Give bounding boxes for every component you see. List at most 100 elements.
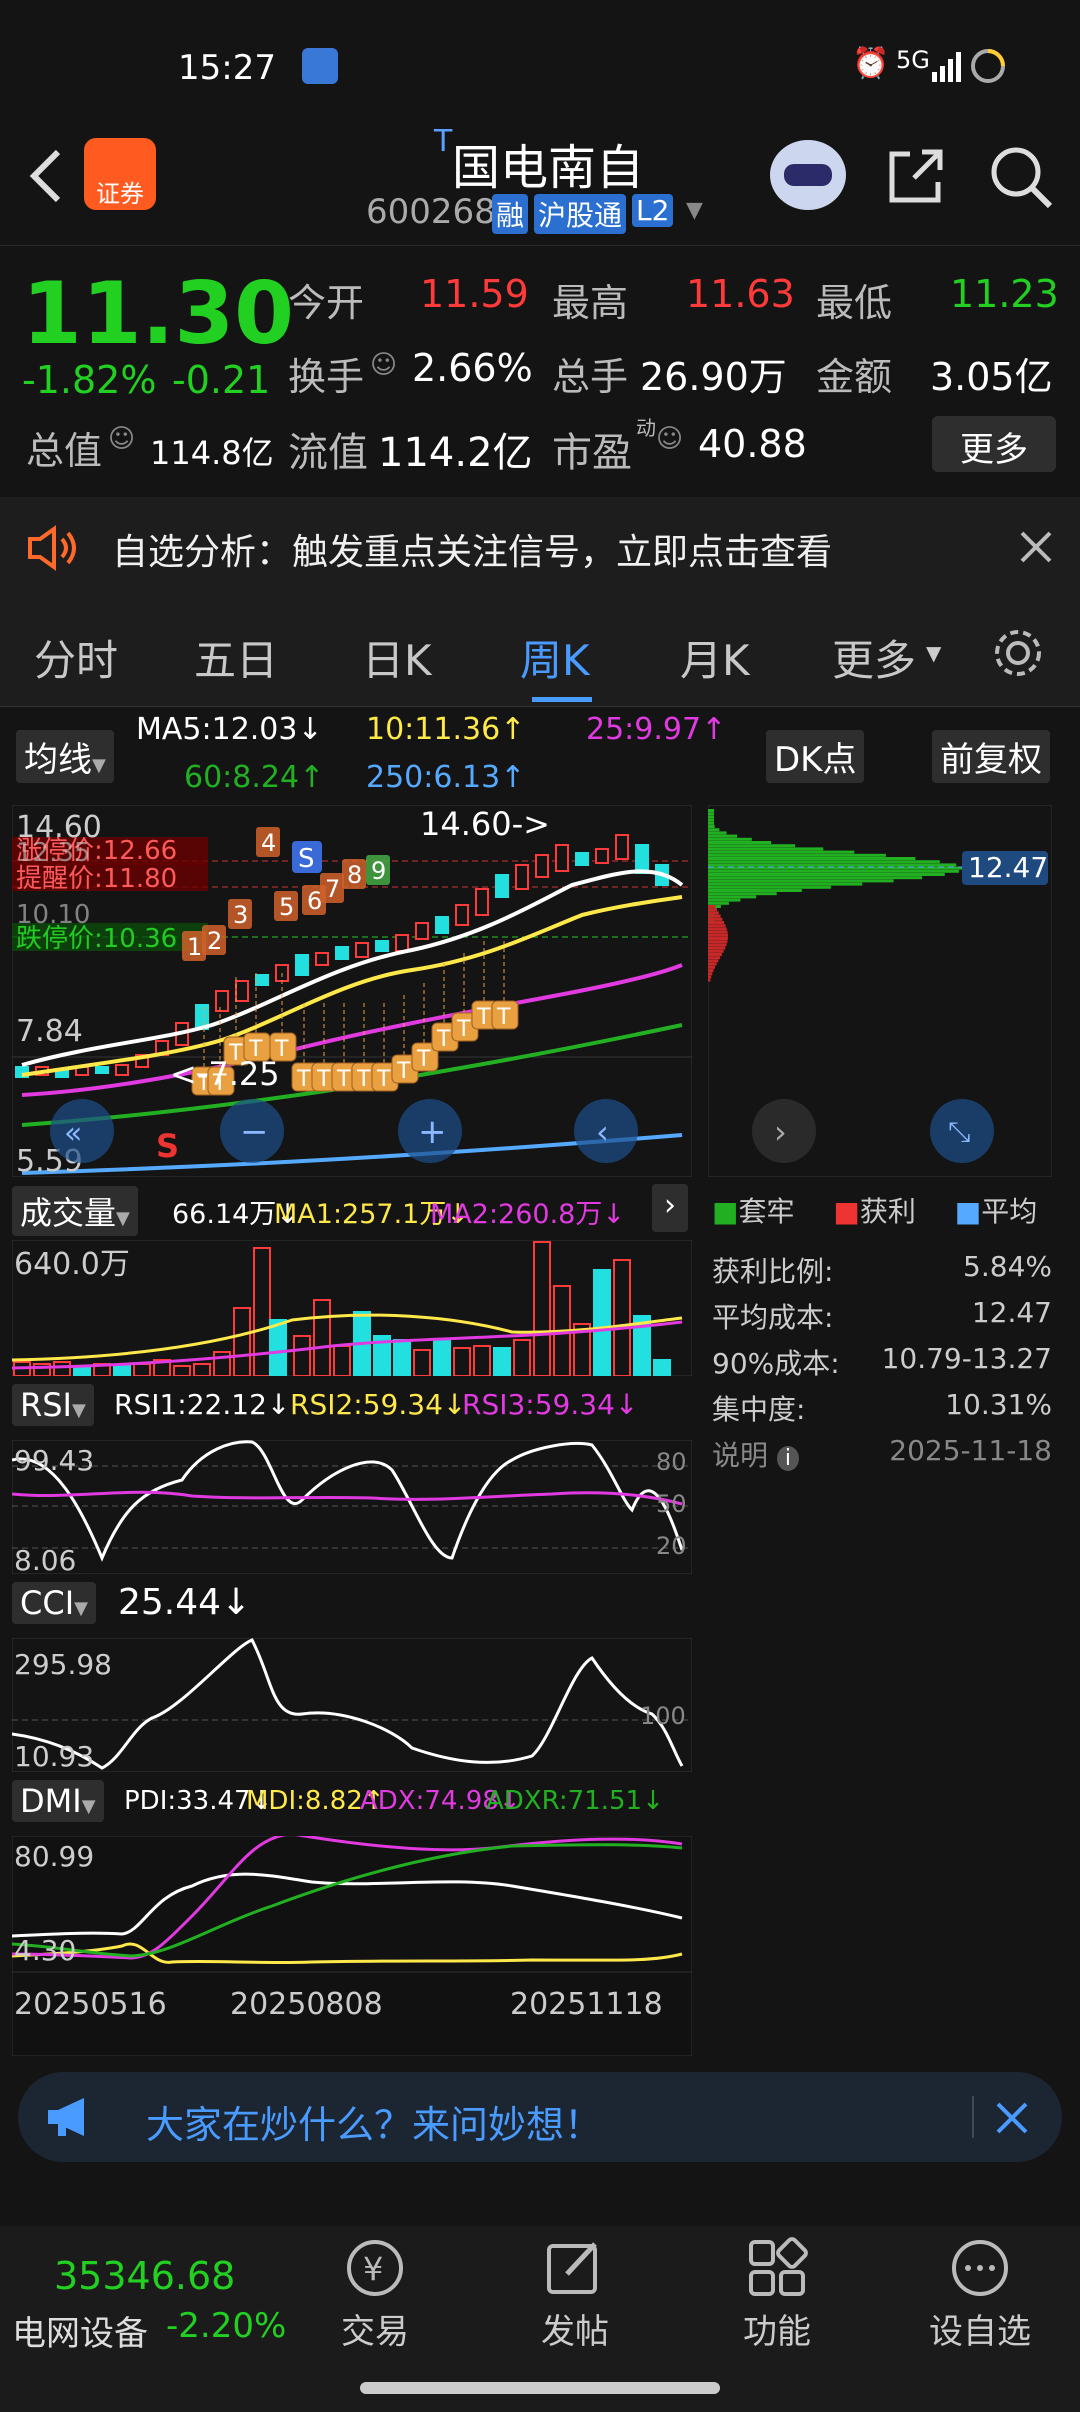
ma-button[interactable]: 均线▼ xyxy=(16,730,114,783)
chip-bar xyxy=(708,921,725,924)
candle xyxy=(255,974,269,986)
share-icon[interactable] xyxy=(884,144,948,208)
cci-button[interactable]: CCI▼ xyxy=(12,1582,96,1624)
candle xyxy=(315,952,329,966)
svg-text:T: T xyxy=(336,1067,351,1092)
note-label[interactable]: 说明 xyxy=(712,1439,768,1472)
candle xyxy=(515,864,529,890)
chip-bar xyxy=(708,860,940,864)
legend-swatch-trapped: ■ xyxy=(712,1195,739,1228)
robot-assistant-icon[interactable] xyxy=(770,140,846,210)
tab-weekly-k[interactable]: 周K xyxy=(520,627,590,688)
chip-bar xyxy=(708,815,714,819)
svg-text:T: T xyxy=(416,1047,431,1072)
chip-bar xyxy=(708,933,728,937)
chevron-down-icon: ▼ xyxy=(116,1208,130,1229)
tag-l2: L2 xyxy=(632,194,674,227)
candle xyxy=(235,980,249,1002)
last-price: 11.30 xyxy=(22,264,295,364)
dk-point-button[interactable]: DK点 xyxy=(766,730,865,783)
candle xyxy=(615,834,629,860)
tab-notice[interactable]: 公告 xyxy=(500,2212,572,2222)
trade-icon: ¥ xyxy=(347,2240,403,2296)
count-marker: 8 xyxy=(342,859,366,889)
legend-profit: 获利 xyxy=(859,1195,916,1228)
svg-text:8: 8 xyxy=(347,861,362,889)
info-icon[interactable]: ☺ xyxy=(370,350,397,380)
chip-distribution-chart[interactable]: 12.47 › ⤡ xyxy=(708,805,1052,1177)
chip-legend: ■套牢 ■获利 ■平均 xyxy=(712,1190,1037,1230)
ma250-value: 250:6.13↑ xyxy=(366,760,526,795)
analysis-banner[interactable]: 自选分析：触发重点关注信号，立即点击查看 xyxy=(0,497,1080,597)
stat-label: 90%成本: xyxy=(712,1347,840,1380)
candle xyxy=(455,904,469,926)
chevron-right-icon[interactable]: › xyxy=(652,1184,688,1232)
svg-text:T: T xyxy=(456,1017,471,1042)
nav-function-label: 功能 xyxy=(743,2312,811,2352)
nav-function[interactable]: 功能 xyxy=(732,2236,822,2353)
sector-change: -2.20% xyxy=(166,2306,287,2346)
index-value[interactable]: 35346.68 xyxy=(54,2254,235,2298)
chip-bar xyxy=(708,866,963,870)
chip-bar xyxy=(708,857,916,860)
tab-profile[interactable]: 资料 xyxy=(934,2212,1006,2222)
quote-panel: 11.30 -1.82% -0.21 今开 11.59 最高 11.63 最低 … xyxy=(0,245,1080,495)
info-icon[interactable]: ☺ xyxy=(656,424,683,454)
sector-name[interactable]: 电网设备 xyxy=(12,2306,148,2355)
legend-swatch-profit: ■ xyxy=(833,1195,860,1228)
close-icon[interactable] xyxy=(994,2100,1030,2136)
date-label: 20251118 xyxy=(510,1987,663,2022)
chip-bar xyxy=(708,927,727,931)
svg-text:T: T xyxy=(496,1005,511,1030)
rsi-label: RSI xyxy=(20,1386,72,1424)
stat-label: 集中度: xyxy=(712,1393,806,1426)
nav-post[interactable]: 发帖 xyxy=(530,2236,620,2353)
volume-bar xyxy=(453,1347,471,1376)
more-button[interactable]: 更多 xyxy=(932,416,1056,472)
tab-five-day[interactable]: 五日 xyxy=(194,627,278,688)
chip-bar xyxy=(708,943,727,947)
chip-bar xyxy=(708,841,772,844)
volume-bar xyxy=(293,1335,311,1376)
chip-bar xyxy=(708,882,863,886)
bottom-nav: 35346.68 电网设备 -2.20% ¥ 交易 发帖 功能 设自选 xyxy=(0,2226,1080,2412)
back-icon[interactable] xyxy=(24,146,68,206)
kline-chart[interactable]: T TT T TT T T T T T TT T T T 14.60 涨停价:12.66 12.35 提… xyxy=(12,805,692,1177)
tab-guba[interactable]: 股吧 xyxy=(56,2212,128,2222)
tab-intraday[interactable]: 分时 xyxy=(34,627,118,688)
search-icon[interactable] xyxy=(988,144,1054,210)
volume-indicator-button[interactable]: 成交量▼ xyxy=(12,1186,138,1236)
stat-label: 获利比例: xyxy=(712,1255,834,1288)
dmi-button[interactable]: DMI▼ xyxy=(12,1780,104,1822)
close-icon[interactable] xyxy=(1018,529,1054,565)
info-icon[interactable]: i xyxy=(776,1446,800,1471)
chevron-down-icon[interactable]: ▼ xyxy=(686,198,703,223)
ma5-value: MA5:12.03↓ xyxy=(136,712,323,747)
tab-self[interactable]: 自己 xyxy=(206,2212,278,2222)
ask-banner[interactable]: 大家在炒什么？来问妙想！ xyxy=(18,2072,1062,2162)
stock-name[interactable]: 国电南自 xyxy=(452,128,644,198)
candle xyxy=(495,874,509,898)
broker-logo[interactable]: 证券 xyxy=(84,138,156,210)
turnover-label: 换手 xyxy=(288,355,365,399)
volume-label: 成交量 xyxy=(20,1194,117,1232)
nav-add-watchlist[interactable]: 设自选 xyxy=(920,2236,1040,2353)
open-value: 11.59 xyxy=(420,272,529,316)
chip-bar xyxy=(708,876,923,880)
gear-icon[interactable] xyxy=(990,625,1046,681)
limit-down-annotation: 跌停价:10.36 xyxy=(16,924,177,954)
rsi-button[interactable]: RSI▼ xyxy=(12,1384,94,1426)
tab-monthly-k[interactable]: 月K xyxy=(680,627,750,688)
tab-more[interactable]: 更多 xyxy=(832,627,916,688)
tab-research[interactable]: 研报 xyxy=(640,2212,712,2222)
alarm-icon: ⏰ xyxy=(852,46,890,81)
nav-trade[interactable]: ¥ 交易 xyxy=(330,2236,420,2353)
svg-text:4: 4 xyxy=(261,829,276,857)
tab-news[interactable]: 资讯 xyxy=(350,2212,422,2222)
volume-bar xyxy=(393,1339,411,1376)
info-icon[interactable]: ☺ xyxy=(108,424,135,454)
tab-daily-k[interactable]: 日K xyxy=(362,627,432,688)
fq-button[interactable]: 前复权 xyxy=(932,730,1050,783)
nav-add-watchlist-label: 设自选 xyxy=(929,2312,1031,2352)
tab-finance[interactable]: 财务 xyxy=(786,2212,858,2222)
